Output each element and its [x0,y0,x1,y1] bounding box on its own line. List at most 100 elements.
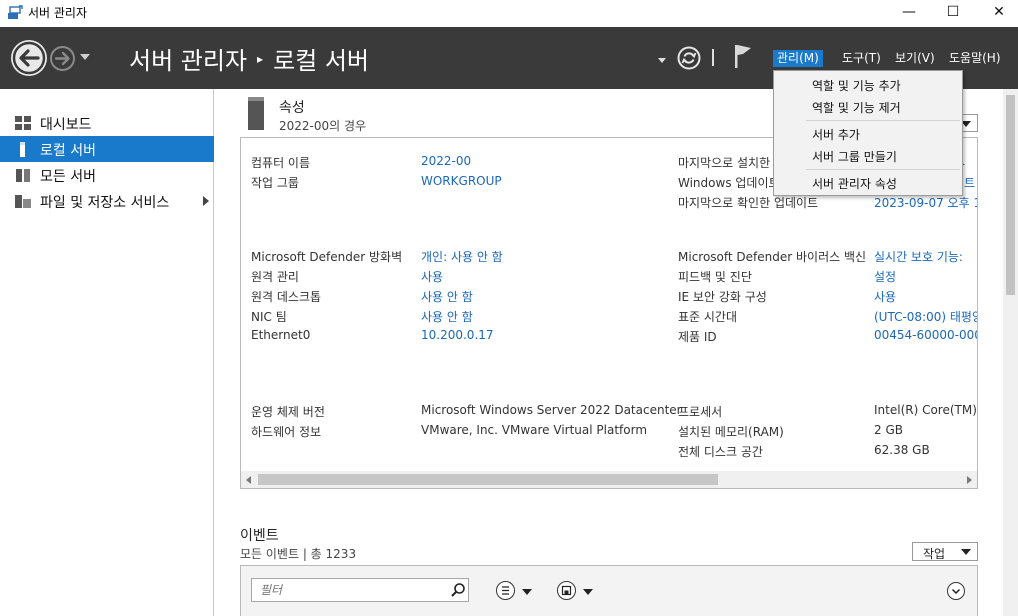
manage-dropdown-menu: 역할 및 기능 추가 역할 및 기능 제거 서버 추가 서버 그룹 만들기 서버… [773,70,963,196]
local-server-icon [20,142,25,157]
properties-subtitle: 2022-00의 경우 [279,119,367,133]
breadcrumb-root[interactable]: 서버 관리자 [129,47,247,75]
menu-manage[interactable]: 관리(M) [773,50,823,67]
maximize-icon: ☐ [946,4,960,20]
prop-label: 원격 관리 [251,270,299,284]
prop-label: NIC 팀 [251,310,287,324]
forward-button[interactable] [50,46,75,71]
memory-value: 2 GB [874,423,903,437]
scrollbar-thumb[interactable] [258,474,718,485]
header-divider [712,49,714,66]
refresh-icon[interactable] [677,46,701,70]
prop-label: 작업 그룹 [251,176,299,190]
horizontal-scrollbar[interactable] [241,471,977,488]
forward-arrow-icon [54,51,70,66]
back-button[interactable] [11,40,47,76]
windows-update-link[interactable]: 트 [964,174,975,191]
menu-item-create-server-group[interactable]: 서버 그룹 만들기 [812,148,897,165]
hardware-info-value: VMware, Inc. VMware Virtual Platform [421,423,648,437]
minimize-icon: — [902,4,916,20]
menu-separator [806,120,960,121]
file-storage-icon [15,195,31,208]
prop-label: Microsoft Defender 방화벽 [251,250,403,264]
nic-teaming-link[interactable]: 사용 안 함 [421,308,473,325]
product-id-link[interactable]: 00454-60000-0000 [874,328,977,342]
antivirus-link[interactable]: 실시간 보호 기능: [874,248,963,265]
history-dropdown-icon[interactable] [80,54,90,60]
menu-item-add-roles[interactable]: 역할 및 기능 추가 [812,77,901,94]
prop-label: 하드웨어 정보 [251,425,322,439]
notifications-flag-icon[interactable] [733,43,753,69]
events-tasks-button[interactable]: 작업 [912,542,978,561]
expand-arrow-icon[interactable] [203,196,209,206]
prop-label: 제품 ID [678,330,717,344]
timezone-link[interactable]: (UTC-08:00) 태평양 [874,308,977,325]
prop-label: 마지막으로 확인한 업데이트 [678,196,819,210]
maximize-button[interactable]: ☐ [930,0,976,27]
prop-label: 원격 데스크톱 [251,290,322,304]
last-checked-link[interactable]: 2023-09-07 오후 1 [874,194,977,211]
search-icon[interactable] [450,582,466,598]
sidebar-item-dashboard[interactable]: 대시보드 [0,110,214,136]
menu-tools[interactable]: 도구(T) [838,50,885,67]
scroll-left-icon[interactable] [246,476,251,484]
save-query-icon[interactable] [557,581,576,600]
breadcrumb-separator-icon: ▸ [257,52,264,66]
prop-label: IE 보안 강화 구성 [678,290,767,304]
menu-view[interactable]: 보기(V) [891,50,939,67]
computer-name-link[interactable]: 2022-00 [421,154,471,168]
prop-label: 전체 디스크 공간 [678,445,763,459]
prop-label: Windows 업데이트 [678,176,780,190]
scrollbar-thumb[interactable] [1006,95,1015,295]
disk-space-value: 62.38 GB [874,443,930,457]
minimize-button[interactable]: — [886,0,932,27]
events-tasks-label: 작업 [923,547,946,561]
remote-management-link[interactable]: 사용 [421,268,443,285]
prop-label: 운영 체제 버전 [251,405,325,419]
workgroup-link[interactable]: WORKGROUP [421,174,502,188]
filter-input[interactable] [252,579,442,601]
processor-value: Intel(R) Core(TM) i5 [874,403,977,417]
events-title: 이벤트 [240,528,279,544]
list-options-icon[interactable] [496,581,515,600]
remote-desktop-link[interactable]: 사용 안 함 [421,288,473,305]
events-subtitle: 모든 이벤트 | 총 1233 [240,547,357,561]
filter-box[interactable] [251,578,469,602]
save-dropdown-icon[interactable] [583,589,593,595]
sidebar-item-label: 모든 서버 [40,169,96,185]
firewall-link[interactable]: 개인: 사용 안 함 [421,248,503,265]
refresh-dropdown-icon[interactable] [658,58,666,63]
properties-title: 속성 [279,100,305,116]
vertical-scrollbar[interactable] [1003,89,1018,616]
breadcrumb: 서버 관리자 ▸ 로컬 서버 [129,41,369,76]
sidebar-item-local-server[interactable]: 로컬 서버 [0,136,214,162]
prop-label: 프로세서 [678,405,723,419]
ie-esc-link[interactable]: 사용 [874,288,896,305]
prop-label: Ethernet0 [251,328,311,342]
expand-panel-icon[interactable] [947,582,965,600]
sidebar: 대시보드 로컬 서버 모든 서버 파일 및 저장소 서비스 [0,89,214,616]
scroll-right-icon[interactable] [967,476,972,484]
menu-item-remove-roles[interactable]: 역할 및 기능 제거 [812,99,901,116]
list-dropdown-icon[interactable] [522,589,532,595]
sidebar-item-file-storage[interactable]: 파일 및 저장소 서비스 [0,188,214,214]
feedback-link[interactable]: 설정 [874,268,896,285]
os-version-value: Microsoft Windows Server 2022 Datacenter [421,403,682,417]
ethernet-link[interactable]: 10.200.0.17 [421,328,494,342]
list-icon [502,586,509,595]
menu-help[interactable]: 도움말(H) [945,50,1005,67]
window-title: 서버 관리자 [28,6,88,20]
menu-item-add-server[interactable]: 서버 추가 [812,126,860,143]
sidebar-item-all-servers[interactable]: 모든 서버 [0,162,214,188]
prop-label: 피드백 및 진단 [678,270,752,284]
prop-label: 설치된 메모리(RAM) [678,425,784,439]
chevron-down-icon [951,588,961,595]
close-button[interactable]: ✕ [976,0,1018,27]
menu-item-server-manager-properties[interactable]: 서버 관리자 속성 [812,175,897,192]
chevron-down-icon [961,549,971,555]
breadcrumb-current: 로컬 서버 [273,47,370,75]
menu-separator [806,169,960,170]
events-panel [240,565,978,616]
prop-label: Microsoft Defender 바이러스 백신 [678,250,867,264]
prop-label: 컴퓨터 이름 [251,156,311,170]
